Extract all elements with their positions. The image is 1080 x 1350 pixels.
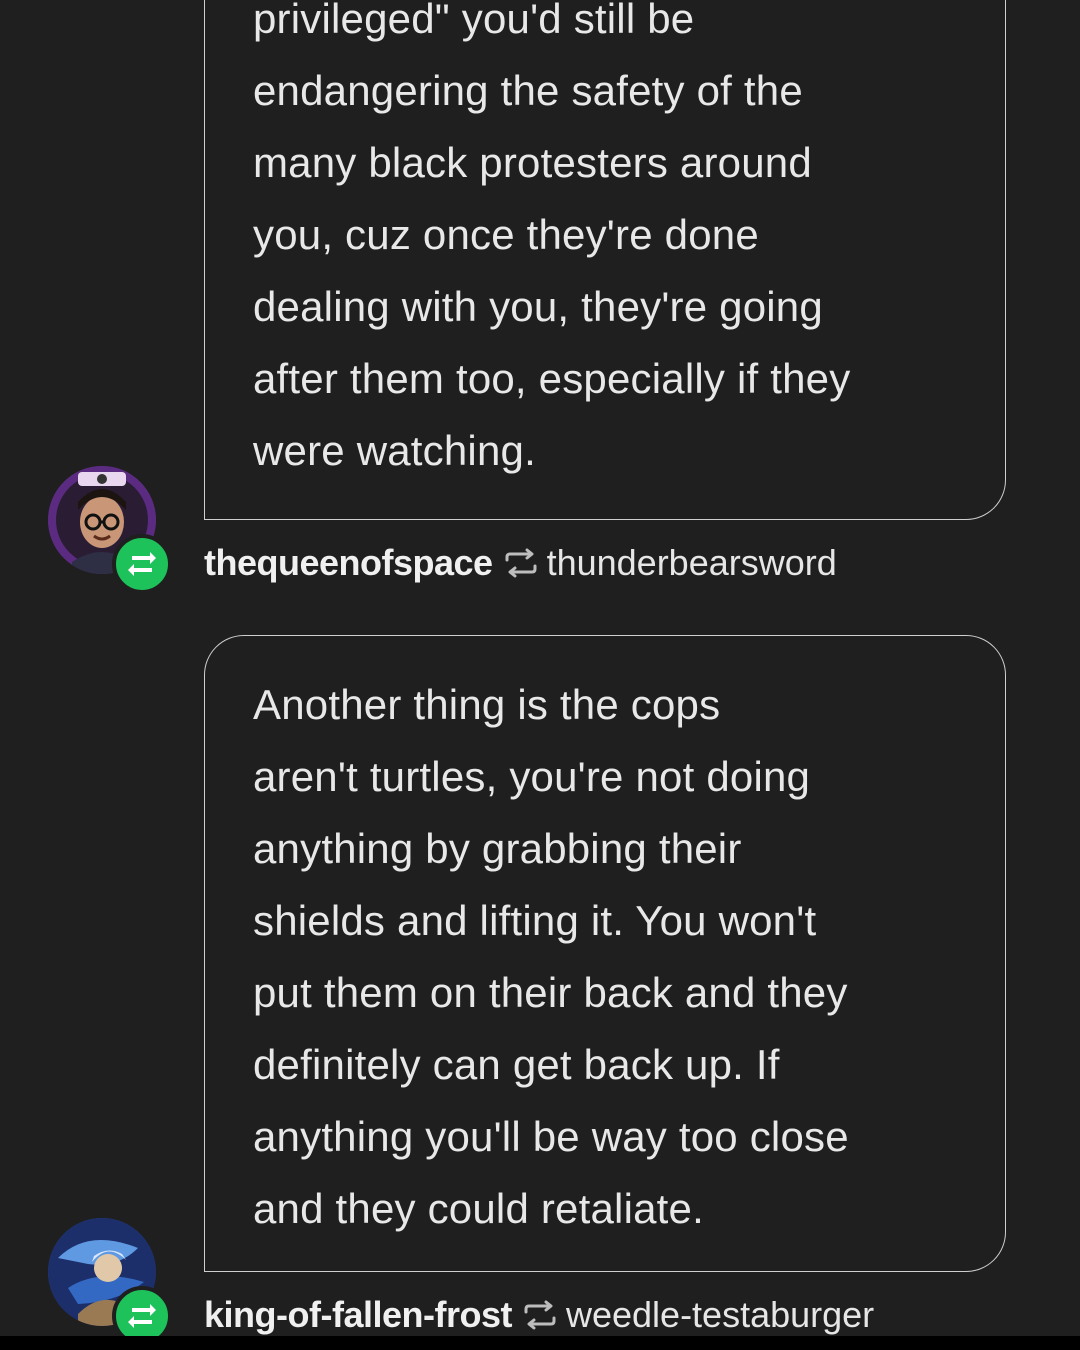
- post-bubble-1: privileged" you'd still be endangering t…: [204, 0, 1006, 520]
- post-text-2: Another thing is the cops aren't turtles…: [253, 681, 849, 1232]
- post-attribution-1: thequeenofspace thunderbearsword: [204, 542, 837, 584]
- post-bubble-2: Another thing is the cops aren't turtles…: [204, 635, 1006, 1272]
- reblogged-from-link[interactable]: weedle-testaburger: [566, 1294, 874, 1336]
- reblog-badge-icon: [112, 534, 172, 594]
- reblog-arrow-icon: [503, 548, 539, 578]
- username-link[interactable]: thequeenofspace: [204, 542, 493, 584]
- bottom-edge-bar: [0, 1336, 1080, 1350]
- reblog-icon: [128, 1304, 156, 1328]
- reblog-icon: [128, 552, 156, 576]
- username-link[interactable]: king-of-fallen-frost: [204, 1294, 512, 1336]
- post-text-1: privileged" you'd still be endangering t…: [253, 0, 851, 474]
- reblog-arrow-icon: [522, 1300, 558, 1330]
- post-attribution-2: king-of-fallen-frost weedle-testaburger: [204, 1294, 874, 1336]
- reblogged-from-link[interactable]: thunderbearsword: [547, 542, 837, 584]
